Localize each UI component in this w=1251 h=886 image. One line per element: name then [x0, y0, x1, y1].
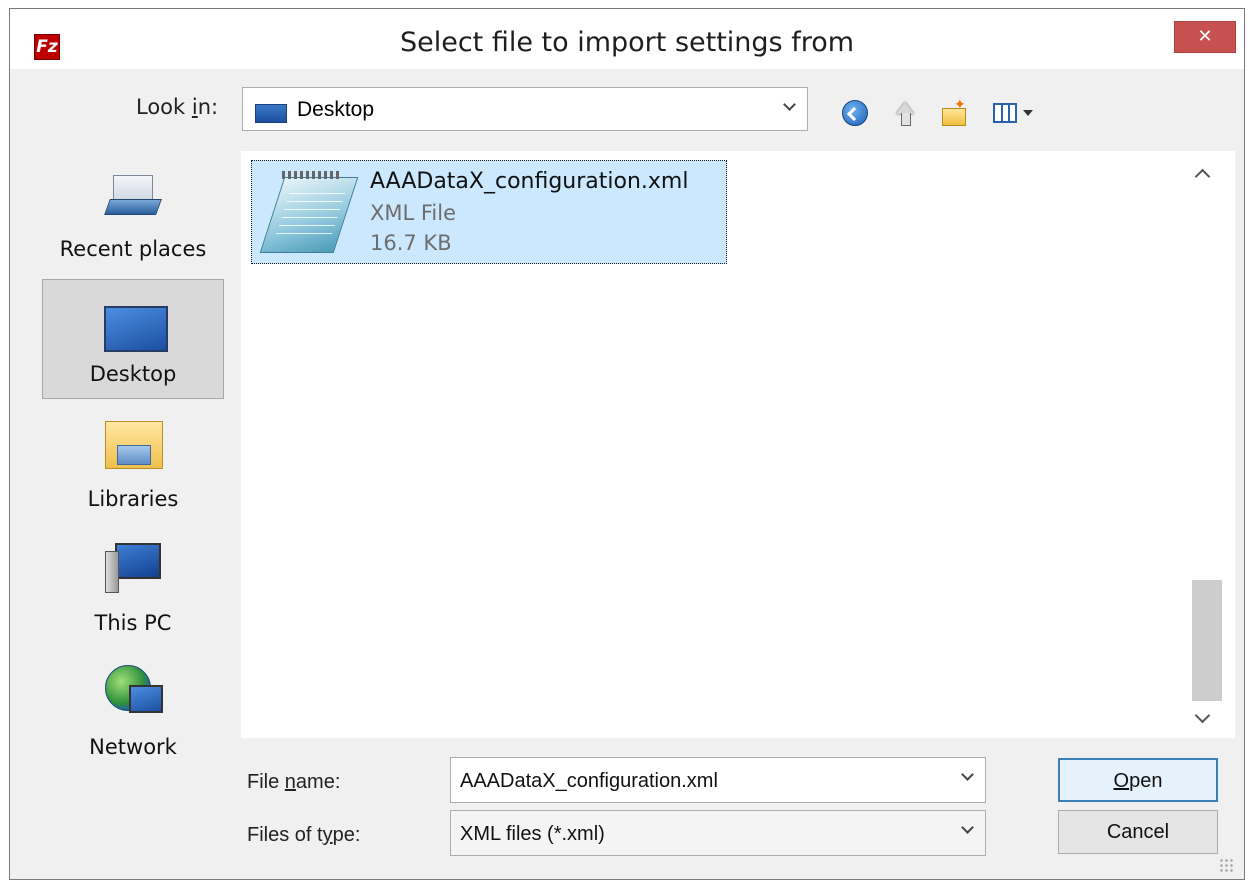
recent-places-icon: [103, 169, 163, 225]
dropdown-arrow-icon: [1023, 110, 1033, 116]
close-button[interactable]: ✕: [1174, 21, 1236, 53]
file-list[interactable]: AAADataX_configuration.xml XML File 16.7…: [241, 151, 1235, 738]
up-one-level-icon[interactable]: [892, 100, 918, 126]
place-recent-places[interactable]: Recent places: [42, 153, 224, 273]
resize-grip-icon[interactable]: [1219, 858, 1233, 872]
view-menu-button[interactable]: [993, 100, 1039, 126]
desktop-icon: [104, 300, 168, 356]
places-bar: Recent places Desktop Libraries This PC …: [38, 151, 229, 759]
title-bar: Fz Select file to import settings from ✕: [10, 9, 1244, 69]
place-label: Recent places: [59, 237, 207, 261]
look-in-label: Look in:: [136, 95, 219, 119]
file-type-text: XML File: [370, 201, 457, 225]
place-libraries[interactable]: Libraries: [42, 403, 224, 523]
chevron-down-icon: [783, 100, 797, 114]
file-type-dropdown[interactable]: XML files (*.xml): [450, 810, 986, 856]
this-pc-icon: [103, 541, 163, 597]
dialog-title: Select file to import settings from: [399, 27, 855, 58]
xml-file-icon: [258, 171, 359, 255]
file-name-label: File name:: [247, 771, 341, 793]
close-icon: ✕: [1197, 26, 1213, 47]
scroll-down-icon[interactable]: [1188, 706, 1218, 736]
place-label: Libraries: [87, 487, 179, 511]
file-name-text: AAADataX_configuration.xml: [370, 169, 689, 194]
place-label: Desktop: [89, 362, 177, 386]
open-button[interactable]: Open: [1058, 758, 1218, 802]
file-item[interactable]: AAADataX_configuration.xml XML File 16.7…: [251, 160, 727, 264]
file-size-text: 16.7 KB: [370, 231, 452, 255]
scrollbar-thumb[interactable]: [1192, 580, 1222, 701]
scroll-up-icon[interactable]: [1188, 157, 1218, 187]
file-name-value: AAADataX_configuration.xml: [460, 770, 718, 792]
place-desktop[interactable]: Desktop: [42, 279, 224, 399]
place-network[interactable]: Network: [42, 651, 224, 771]
place-label: This PC: [94, 611, 172, 635]
chevron-down-icon: [961, 823, 975, 837]
file-type-label: Files of type:: [247, 824, 361, 846]
back-icon[interactable]: [842, 100, 868, 126]
network-icon: [103, 663, 163, 719]
look-in-dropdown[interactable]: Desktop: [242, 87, 808, 131]
view-menu-icon: [993, 103, 1017, 123]
vertical-scrollbar[interactable]: [1188, 151, 1222, 738]
libraries-icon: [103, 417, 163, 473]
place-label: Network: [89, 735, 177, 759]
new-folder-icon[interactable]: [940, 96, 966, 126]
file-name-input[interactable]: AAADataX_configuration.xml: [450, 757, 986, 803]
place-this-pc[interactable]: This PC: [42, 527, 224, 647]
cancel-button[interactable]: Cancel: [1058, 810, 1218, 854]
desktop-icon: [255, 104, 287, 123]
chevron-down-icon[interactable]: [961, 770, 975, 784]
file-type-value: XML files (*.xml): [460, 823, 605, 845]
look-in-value: Desktop: [297, 98, 375, 121]
